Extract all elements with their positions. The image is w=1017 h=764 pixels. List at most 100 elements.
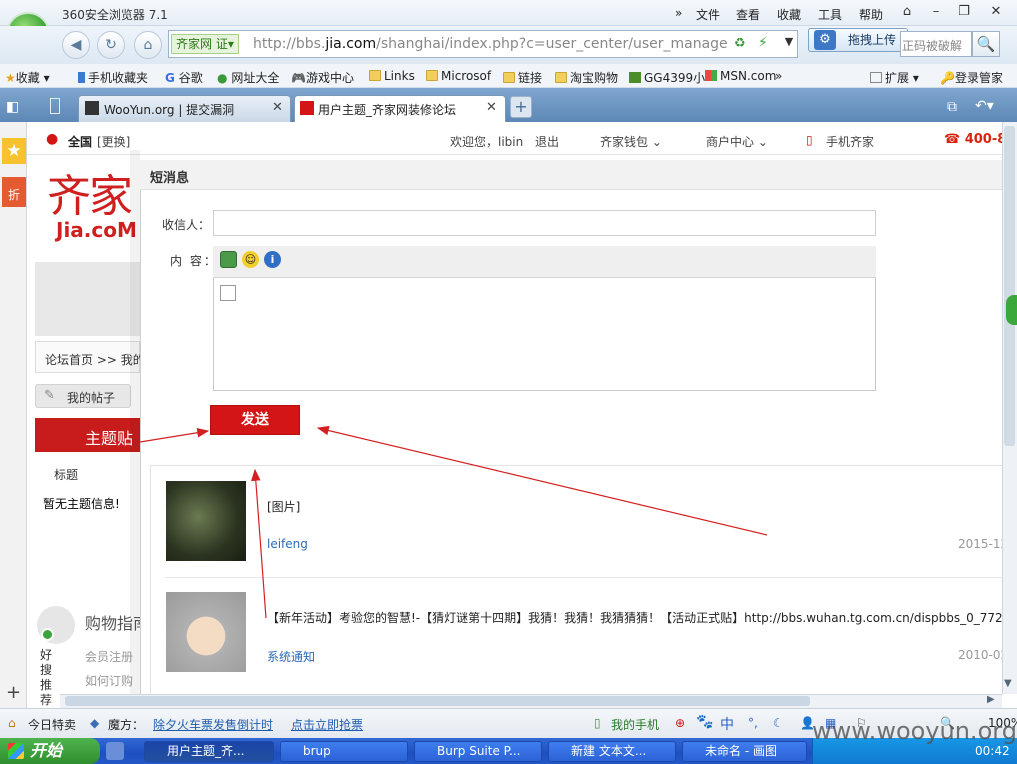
- promo-link[interactable]: 除夕火车票发售倒计时: [153, 716, 273, 733]
- refresh-button[interactable]: ↻: [97, 31, 125, 59]
- discount-icon[interactable]: 折: [2, 177, 26, 207]
- vertical-scroll-thumb[interactable]: [1004, 126, 1015, 446]
- menu-file[interactable]: 文件: [696, 6, 720, 23]
- add-icon[interactable]: ⊕: [675, 716, 685, 730]
- chevron-right-icon[interactable]: »: [775, 69, 782, 83]
- site-logo[interactable]: 齐家: [47, 160, 133, 224]
- cube-icon: ◆: [90, 716, 100, 730]
- message-sender[interactable]: 系统通知: [267, 648, 315, 665]
- dialog-header: [140, 160, 1002, 190]
- promo-link-2[interactable]: 点击立即抢票: [291, 716, 363, 733]
- avatar[interactable]: [166, 592, 246, 672]
- floating-widget-icon[interactable]: [1006, 295, 1017, 325]
- send-button[interactable]: 发送: [210, 405, 300, 435]
- google-icon: G: [165, 71, 175, 85]
- emoji-icon[interactable]: ☺: [242, 251, 259, 268]
- menu-tools[interactable]: 工具: [818, 6, 842, 23]
- guide-order-link[interactable]: 如何订购: [85, 672, 133, 689]
- horizontal-scroll-thumb[interactable]: [65, 696, 810, 706]
- extension-icon: [870, 72, 882, 83]
- pencil-icon: ✎: [44, 388, 55, 403]
- guide-register-link[interactable]: 会员注册: [85, 648, 133, 665]
- mobile-link[interactable]: 手机齐家: [826, 133, 874, 150]
- haosou-recommend[interactable]: 好搜推荐: [40, 648, 54, 708]
- chevron-down-icon[interactable]: ▼: [780, 35, 798, 57]
- paw-icon[interactable]: 🐾: [696, 714, 713, 730]
- app-title: 360安全浏览器 7.1: [62, 8, 168, 22]
- close-tab-icon[interactable]: ✕: [486, 100, 497, 115]
- fav-links-cn[interactable]: 链接: [503, 69, 542, 86]
- fav-msn[interactable]: MSN.com: [705, 69, 776, 83]
- site-verified-badge[interactable]: 齐家网 证▾: [171, 34, 239, 54]
- fav-google[interactable]: G 谷歌: [165, 69, 203, 86]
- content-label: 内 容：: [170, 254, 218, 268]
- favorites-menu[interactable]: ★收藏 ▾: [5, 69, 50, 86]
- grid-icon: [629, 72, 641, 83]
- new-tab-button[interactable]: +: [510, 96, 532, 118]
- task-notepad[interactable]: 新建 文本文...: [548, 741, 676, 762]
- change-location-link[interactable]: [更换]: [97, 133, 130, 150]
- mobile-icon: ▯: [806, 133, 813, 147]
- restore-button[interactable]: ❐: [953, 3, 975, 21]
- window-list-icon[interactable]: ⧉: [947, 99, 957, 115]
- scroll-down-icon[interactable]: ▼: [1004, 678, 1012, 689]
- clock[interactable]: 00:42: [975, 744, 1010, 758]
- insert-image-icon[interactable]: [220, 251, 237, 268]
- task-paint[interactable]: 未命名 - 画图: [682, 741, 807, 762]
- pin-icon[interactable]: ⌂: [896, 3, 918, 21]
- cloud-upload-icon: ⚙: [814, 30, 836, 50]
- sidebar-toggle-icon[interactable]: ◧: [6, 99, 19, 115]
- wallet-menu[interactable]: 齐家钱包 ⌄: [600, 133, 662, 150]
- avatar[interactable]: [166, 481, 246, 561]
- task-brup-folder[interactable]: brup: [280, 741, 408, 762]
- folder-icon: [426, 70, 438, 81]
- login-manager[interactable]: 🔑登录管家: [940, 69, 1003, 86]
- menu-view[interactable]: 查看: [736, 6, 760, 23]
- info-icon[interactable]: i: [264, 251, 281, 268]
- close-window-button[interactable]: ✕: [985, 3, 1007, 21]
- recycle-icon[interactable]: ♻: [734, 36, 746, 51]
- minimize-button[interactable]: –: [925, 3, 947, 21]
- message-text[interactable]: 【新年活动】考验您的智慧!-【猜灯谜第十四期】我猜！我猜！我猜猜猜！【活动正式贴…: [267, 609, 1002, 626]
- url-text[interactable]: http://bbs.jia.com/shanghai/index.php?c=…: [253, 36, 727, 52]
- quicklaunch-icon[interactable]: [106, 742, 124, 760]
- chevron-right-icon[interactable]: »: [675, 6, 682, 20]
- home-button[interactable]: ⌂: [134, 31, 162, 59]
- fav-taobao[interactable]: 淘宝购物: [555, 69, 618, 86]
- fav-mobile[interactable]: 手机收藏夹: [78, 69, 148, 86]
- moon-icon[interactable]: ☾: [773, 716, 784, 730]
- search-icon[interactable]: 🔍: [972, 31, 1000, 57]
- page-icon[interactable]: [50, 98, 60, 114]
- my-phone-link[interactable]: 我的手机: [611, 716, 659, 733]
- merchant-menu[interactable]: 商户中心 ⌄: [706, 133, 768, 150]
- favorites-star-icon[interactable]: ★: [2, 138, 26, 164]
- menu-help[interactable]: 帮助: [859, 6, 883, 23]
- phone-icon: ☎: [944, 132, 965, 147]
- menu-favorites[interactable]: 收藏: [777, 6, 801, 23]
- scroll-right-icon[interactable]: ▶: [987, 694, 995, 705]
- message-text[interactable]: [图片]: [267, 498, 300, 515]
- recipient-input[interactable]: [213, 210, 876, 236]
- ime-icon[interactable]: 中: [720, 714, 734, 734]
- lightning-icon[interactable]: ⚡: [758, 35, 768, 51]
- fav-links[interactable]: Links: [369, 69, 415, 83]
- extensions-menu[interactable]: 扩展 ▾: [870, 69, 919, 86]
- fav-nav-site[interactable]: ● 网址大全: [217, 69, 279, 86]
- modal-overlay: [130, 150, 140, 696]
- close-tab-icon[interactable]: ✕: [272, 100, 283, 115]
- undo-close-icon[interactable]: ↶▾: [975, 98, 994, 114]
- windows-logo-icon: [8, 743, 24, 759]
- daily-deals-link[interactable]: 今日特卖: [28, 716, 76, 733]
- add-icon[interactable]: +: [6, 682, 21, 703]
- search-query: 正码被破解: [902, 39, 963, 53]
- punctuation-icon[interactable]: °,: [748, 716, 758, 730]
- task-burp-suite[interactable]: Burp Suite P...: [414, 741, 542, 762]
- logout-link[interactable]: 退出: [535, 133, 559, 150]
- task-browser[interactable]: 用户主题_齐...: [144, 741, 274, 762]
- fav-microsoft[interactable]: Microsof: [426, 69, 491, 83]
- back-button[interactable]: ◀: [62, 31, 90, 59]
- message-sender[interactable]: leifeng: [267, 537, 308, 551]
- fav-game-center[interactable]: 🎮游戏中心: [291, 69, 354, 86]
- tab-jia-forum-label: 用户主题_齐家网装修论坛: [318, 103, 457, 117]
- fav-4399[interactable]: GG4399小: [629, 69, 705, 86]
